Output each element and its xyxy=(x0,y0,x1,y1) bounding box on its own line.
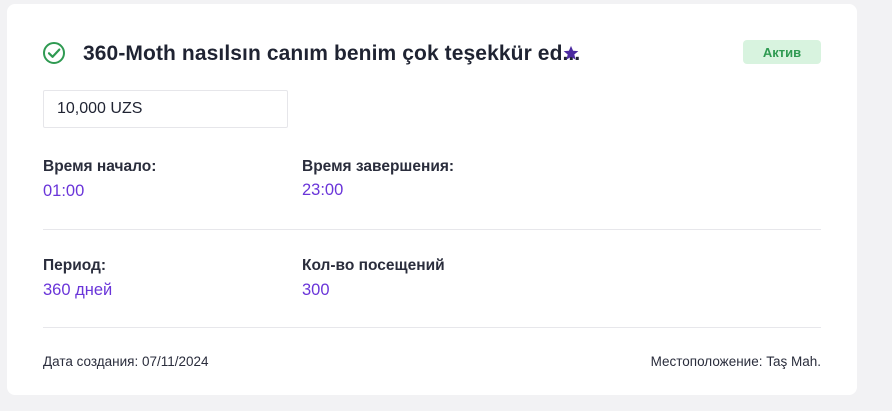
visits-value: 300 xyxy=(302,281,330,299)
check-circle-icon xyxy=(43,42,65,64)
price-field: 10,000 UZS xyxy=(43,90,288,128)
divider xyxy=(43,229,821,230)
card-title: 360-Moth nasılsın canım benim çok teşekk… xyxy=(83,42,581,65)
created-date: Дата создания: 07/11/2024 xyxy=(43,354,209,369)
star-icon[interactable] xyxy=(562,44,580,62)
location: Местоположение: Taş Mah. xyxy=(650,354,821,369)
visits-label: Кол-во посещений xyxy=(302,257,445,274)
start-time-label: Время начало: xyxy=(43,158,157,175)
divider xyxy=(43,327,821,328)
period-value: 360 дней xyxy=(43,281,113,299)
period-label: Период: xyxy=(43,257,107,274)
end-time-label: Время завершения: xyxy=(302,158,455,175)
end-time-value: 23:00 xyxy=(302,181,344,199)
tariff-card[interactable]: 360-Moth nasılsın canım benim çok teşekk… xyxy=(7,4,857,395)
start-time-value: 01:00 xyxy=(43,182,85,200)
price-value: 10,000 UZS xyxy=(57,100,143,117)
status-badge: Актив xyxy=(743,40,821,64)
